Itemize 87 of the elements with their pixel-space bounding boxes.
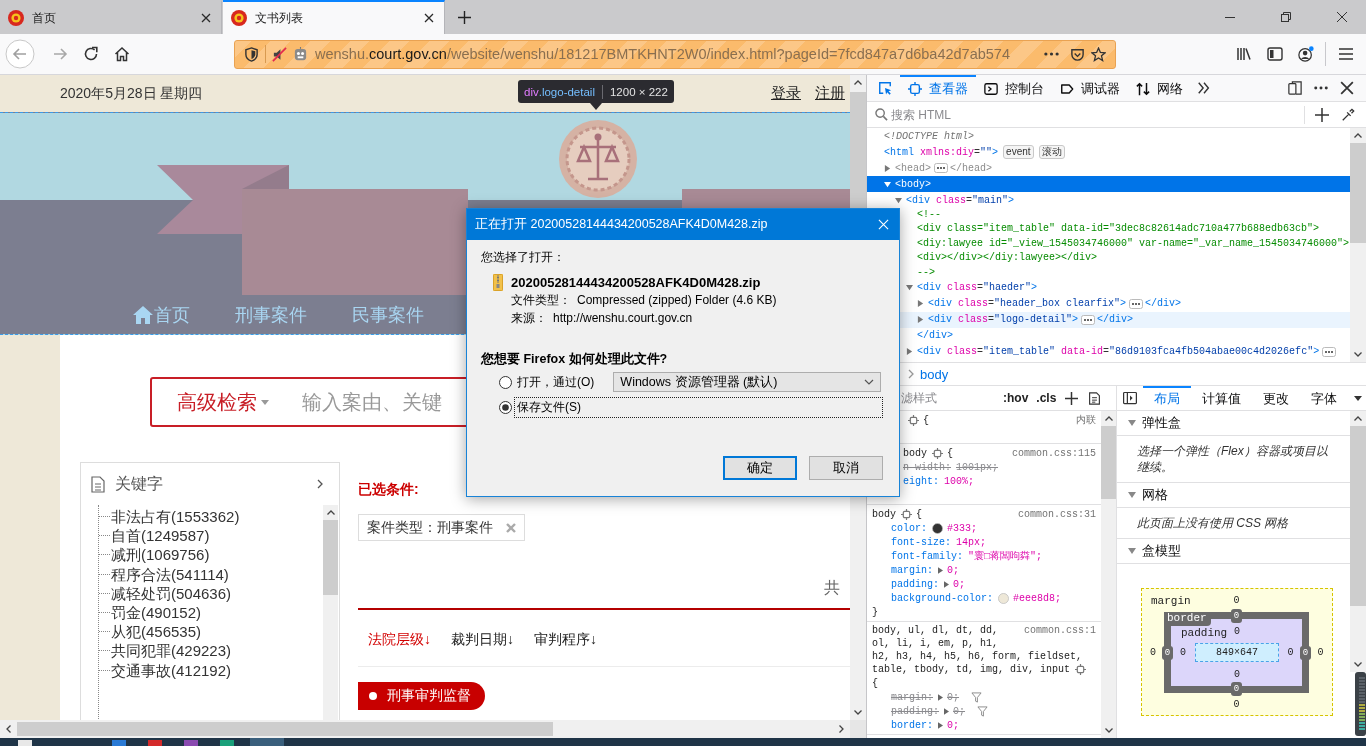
markup-text: <div class="item_table" data-id="86d9103fca4fb504abae00c4d2026efc"> [917,346,1320,358]
file-name: 20200528144434200528AFK4D0M428.zip [511,274,761,290]
markup-text: </head> [950,162,993,174]
css-property: padding: [891,705,939,717]
box-value: 0 [1233,698,1240,710]
dialog-title: 正在打开 20200528144434200528AFK4D0M428.zip [475,216,768,233]
box-value: 0 [1180,647,1186,658]
css-property: font-family: [891,550,963,562]
css-value: 0; [947,719,960,731]
section-note: 选择一个弹性（Flex）容器或项目以继续。 [1137,443,1329,475]
box-value: 0 [1231,682,1242,696]
markup-comment-line: <diy:lawyee id="_view_1545034746000" var-name="_var_name_1545034746000"> [917,236,1350,251]
tooltip-size: 1200 × 222 [609,85,668,98]
result-count-text: 共 [824,579,840,597]
markup-text: <!DOCTYPE html> [884,130,974,142]
tooltip-class: .logo-detail [538,85,595,98]
css-value: 0; [953,578,966,590]
panel-title: 关键字 [115,473,163,494]
markup-text: <div class="logo-detail"> [928,314,1079,326]
markup-comment-line: <div class="item_table" data-id="3dec8c82614adc710a477b688edb63cb"> [917,222,1320,237]
css-value: 0; [953,705,966,717]
markup-text: <body> [895,178,931,190]
css-selector: h2, h3, h4, h5, h6, form, fieldset, [872,651,1083,662]
markup-text: <div class="haeder"> [917,282,1038,294]
css-property: padding: [891,578,939,590]
box-value: 0 [1162,645,1173,660]
box-value: 0 [1231,609,1242,623]
markup-text: </div> [1145,298,1182,310]
css-property: font-size: [891,536,951,548]
css-value: 0; [947,564,960,576]
markup-comment-line: <!-- [917,208,941,222]
css-brace: } [872,606,878,618]
box-value: 0 [1234,625,1240,637]
markup-text: <div class="header_box clearfix"> [928,298,1127,310]
css-selector: body [903,447,927,459]
css-selector: table, tbody, td, img, div, input [872,664,1071,675]
detail-label: 文件类型： [511,291,571,309]
markup-text: </div> [1097,314,1134,326]
css-property: eight: [903,475,939,487]
box-label: padding [1181,627,1228,639]
css-brace: { [916,508,923,520]
section-note: 此页面上没有使用 CSS 网格 [1137,515,1290,531]
box-label: margin [1151,594,1191,607]
markup-text: <head> [895,162,931,174]
dialog-question: 您想要 Firefox 如何处理此文件? [481,351,669,368]
markup-text: <html xmlns:diy=""> [884,146,999,158]
markup-comment-line: <div></div></diy:lawyee></div> [917,251,1098,266]
tooltip-tag: div [524,85,539,98]
markup-comment-line: --> [917,265,935,280]
markup-text: </div> [917,330,953,342]
css-brace: { [947,447,954,459]
css-value: 0; [947,691,960,703]
detail-value: Compressed (zipped) Folder (4.6 KB) [577,293,777,307]
box-value: 0 [1234,668,1240,680]
markup-text: <div class="main"> [906,194,1015,206]
conditions-label: 已选条件: [358,481,419,497]
css-selector: ol, li, i, em, p, h1, [872,638,999,649]
css-value: 100%; [944,475,975,487]
css-property: margin: [891,691,933,703]
section-label-text: 刑事审判监督 [387,687,471,705]
dialog-intro: 您选择了打开： [481,249,566,265]
detail-value: http://wenshu.court.gov.cn [553,311,693,325]
css-property: background-color: [891,592,994,604]
url-text: wenshu.court.gov.cn/website/wenshu/181217BMTKHNT2W0/index.html?pageId=7fcd847a7d6ba42d7ab574 [315,46,1010,62]
detail-label: 来源： [511,309,547,327]
css-brace: { [923,414,929,426]
css-property: margin: [891,564,933,576]
box-value: 0 [1287,647,1294,658]
css-value: "寰□蒋闆呴粦"; [968,549,1043,563]
css-property: color: [891,522,927,534]
css-value: #eee8d8; [1013,592,1062,604]
box-value: 0 [1300,645,1311,660]
dropdown-value: Windows 资源管理器 (默认) [620,373,778,391]
css-property: border: [891,719,933,731]
box-value: 0 [1233,595,1240,606]
css-selector: body [872,508,896,520]
box-value: 0 [1150,647,1156,658]
css-property: n-width: [903,461,951,473]
box-value: 0 [1317,647,1324,658]
css-value: #333; [947,522,978,534]
css-value: 14px; [956,536,987,548]
css-selector: body, ul, dl, dt, dd, [872,625,999,636]
css-brace: { [872,677,878,689]
css-value: 1001px; [956,461,999,473]
condition-tag-text: 案件类型：刑事案件 [367,518,493,537]
content-box: 849×647 [1195,643,1279,662]
date-text: 2020年5月28日 星期四 [60,84,203,103]
